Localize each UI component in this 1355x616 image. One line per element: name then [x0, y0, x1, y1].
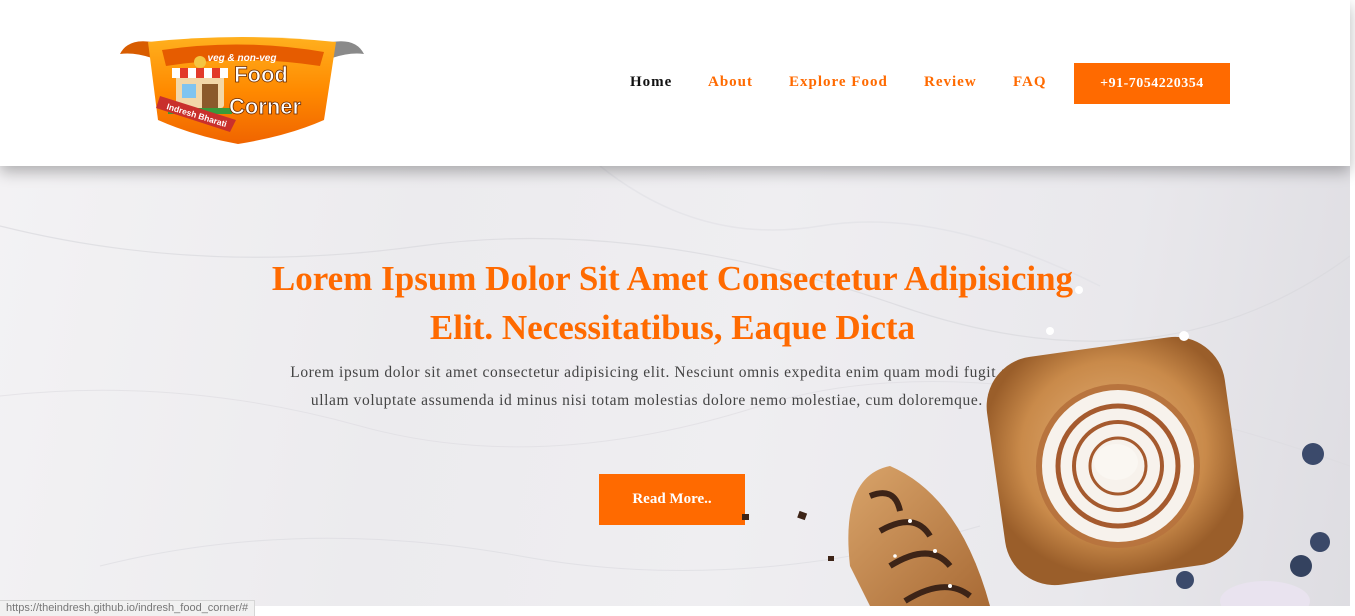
- pastries-image: [742, 286, 1330, 606]
- nav-explore-food[interactable]: Explore Food: [789, 72, 888, 92]
- food-corner-logo[interactable]: veg & non-veg Indresh Bharati Food Corne…: [118, 36, 366, 146]
- logo-graphic: veg & non-veg Indresh Bharati Food Corne…: [120, 37, 364, 144]
- logo-title-line1: Food: [234, 62, 288, 87]
- phone-call-button[interactable]: +91-7054220354: [1074, 63, 1230, 104]
- nav-faq[interactable]: FAQ: [1013, 72, 1047, 92]
- nav-home[interactable]: Home: [630, 72, 672, 92]
- hero-section: Lorem Ipsum Dolor Sit Amet Consectetur A…: [0, 166, 1350, 606]
- site-header: veg & non-veg Indresh Bharati Food Corne…: [0, 0, 1350, 166]
- nav-review[interactable]: Review: [924, 72, 977, 92]
- nav-about[interactable]: About: [708, 72, 753, 92]
- scrollbar-gutter: [1350, 0, 1355, 616]
- logo-title-line2: Corner: [229, 94, 302, 119]
- status-bar-url: https://theindresh.github.io/indresh_foo…: [0, 600, 256, 616]
